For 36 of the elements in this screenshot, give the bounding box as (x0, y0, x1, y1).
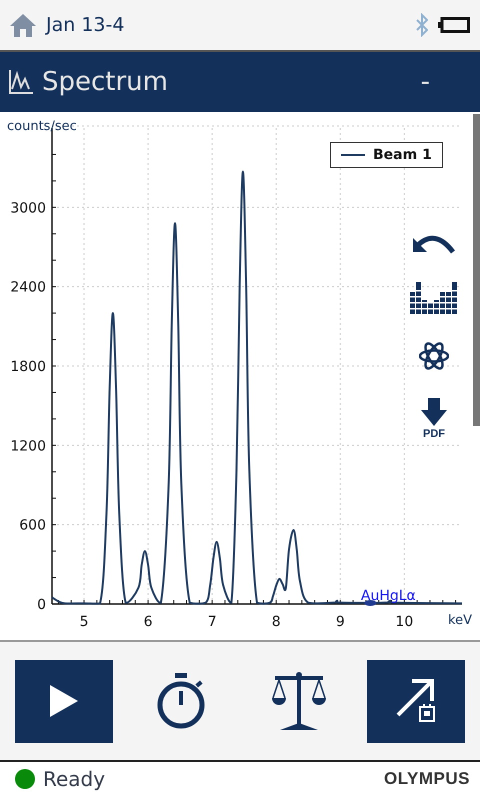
x-tick-label: 9 (336, 614, 345, 630)
brand-logo: OLYMPUS (384, 769, 470, 789)
y-axis-label: counts/sec (7, 119, 77, 134)
x-tick-label: 8 (272, 614, 281, 630)
x-tick-label: 10 (395, 614, 414, 630)
x-tick-label: 6 (144, 614, 153, 630)
legend-line-icon (341, 153, 365, 157)
toolbar-button[interactable] (15, 660, 113, 742)
x-axis-label: keV (448, 613, 472, 628)
status-text: Ready (43, 767, 106, 791)
legend-label: Beam 1 (373, 147, 432, 163)
y-tick-label: 1800 (10, 359, 46, 375)
battery-icon (438, 17, 470, 33)
atom-icon[interactable] (419, 340, 449, 372)
bar-levels-icon[interactable] (410, 282, 458, 314)
top-title: Jan 13-4 (46, 14, 126, 36)
scales-icon (272, 671, 326, 731)
y-tick-label: 600 (19, 518, 46, 534)
x-tick-label: 7 (208, 614, 217, 630)
pdf-label: PDF (423, 428, 445, 440)
bluetooth-icon (416, 13, 428, 37)
play-icon (48, 683, 80, 719)
y-tick-label: 0 (37, 597, 46, 613)
stopwatch-icon (156, 672, 206, 730)
screen-title: Spectrum (42, 67, 169, 97)
home-icon[interactable] (10, 13, 36, 37)
y-tick-label: 3000 (10, 200, 46, 216)
download-icon[interactable] (419, 398, 449, 428)
x-tick-label: 5 (80, 614, 88, 630)
title-value: - (420, 67, 430, 97)
y-tick-label: 1200 (10, 438, 46, 454)
status-dot (15, 769, 35, 789)
toolbar-button[interactable] (366, 660, 465, 742)
y-tick-label: 2400 (10, 280, 46, 296)
spectrum-icon (8, 69, 34, 95)
scrollbar[interactable] (473, 114, 480, 426)
